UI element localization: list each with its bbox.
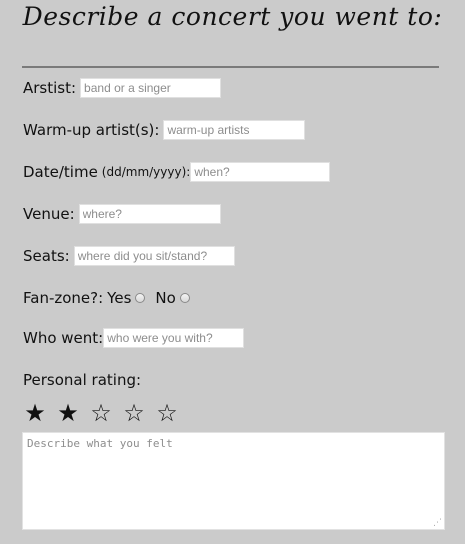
who-input[interactable] — [103, 328, 245, 348]
artist-row: Arstist: — [23, 78, 222, 98]
date-row: Date/time (dd/mm/yyyy): — [23, 162, 331, 182]
page-title: Describe a concert you went to: — [22, 2, 443, 31]
fanzone-yes-radio[interactable] — [135, 293, 146, 303]
description-textarea[interactable] — [22, 432, 445, 530]
fanzone-no-label: No — [155, 289, 176, 307]
date-format-label: (dd/mm/yyyy): — [101, 165, 191, 179]
artist-label: Arstist: — [23, 79, 77, 97]
star-icon-3[interactable]: ☆ — [88, 400, 114, 426]
venue-row: Venue: — [23, 204, 221, 224]
warmup-input[interactable] — [163, 120, 306, 140]
seats-input[interactable] — [73, 246, 235, 266]
star-rating[interactable]: ★ ★ ☆ ☆ ☆ — [22, 400, 180, 426]
fanzone-yes-label: Yes — [107, 289, 132, 307]
rating-row: Personal rating: — [23, 370, 141, 390]
star-icon-2[interactable]: ★ — [55, 400, 81, 426]
warmup-row: Warm-up artist(s): — [23, 120, 306, 140]
seats-label: Seats: — [23, 247, 70, 265]
date-label: Date/time — [23, 163, 98, 181]
warmup-label: Warm-up artist(s): — [23, 121, 160, 139]
fanzone-label: Fan-zone?: — [23, 289, 104, 307]
venue-input[interactable] — [78, 204, 221, 224]
resize-grip-icon[interactable]: ⋰ — [433, 518, 443, 528]
star-icon-5[interactable]: ☆ — [154, 400, 180, 426]
who-row: Who went: — [23, 328, 245, 348]
star-icon-1[interactable]: ★ — [22, 400, 48, 426]
seats-row: Seats: — [23, 246, 235, 266]
venue-label: Venue: — [23, 205, 75, 223]
fanzone-no-radio[interactable] — [179, 293, 190, 303]
who-label: Who went: — [23, 329, 104, 347]
date-input[interactable] — [190, 162, 331, 182]
artist-input[interactable] — [80, 78, 222, 98]
rating-label: Personal rating: — [23, 371, 142, 389]
divider — [22, 66, 439, 68]
star-icon-4[interactable]: ☆ — [121, 400, 147, 426]
fanzone-row: Fan-zone?: Yes No — [23, 288, 196, 308]
